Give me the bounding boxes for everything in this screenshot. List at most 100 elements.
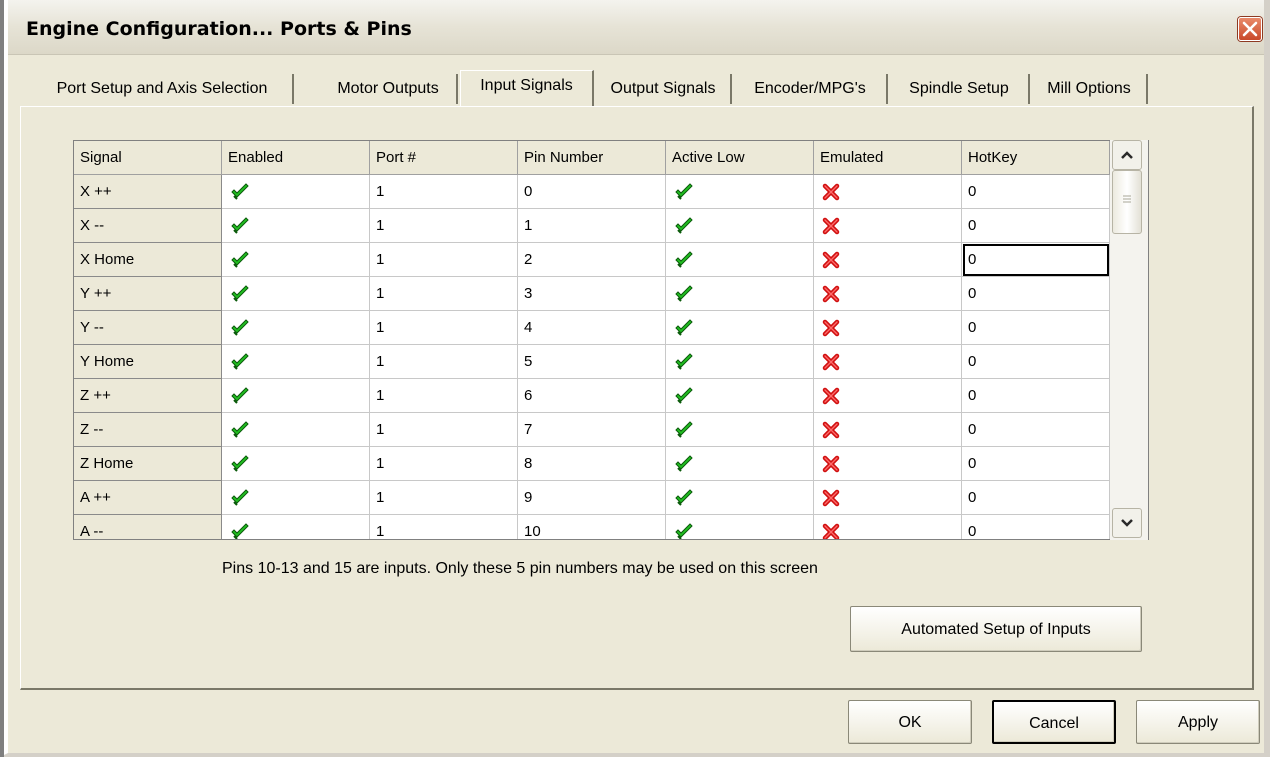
red-x-icon[interactable] bbox=[822, 387, 840, 405]
port-cell[interactable]: 1 bbox=[370, 413, 518, 447]
ok-button[interactable]: OK bbox=[848, 700, 972, 744]
port-cell[interactable]: 1 bbox=[370, 515, 518, 539]
tab-spindle-setup[interactable]: Spindle Setup bbox=[890, 74, 1030, 104]
tab-input-signals[interactable]: Input Signals bbox=[460, 70, 594, 106]
green-check-icon[interactable] bbox=[674, 183, 694, 201]
green-check-icon[interactable] bbox=[230, 387, 250, 405]
apply-button[interactable]: Apply bbox=[1136, 700, 1260, 744]
title-bar[interactable]: Engine Configuration... Ports & Pins bbox=[8, 0, 1264, 55]
table-row[interactable]: X Home 1 2 0 bbox=[74, 243, 1110, 277]
scroll-thumb[interactable] bbox=[1112, 170, 1142, 234]
pin-number-cell[interactable]: 0 bbox=[518, 175, 666, 209]
enabled-cell[interactable] bbox=[222, 175, 370, 209]
active-low-cell[interactable] bbox=[666, 345, 814, 379]
active-low-cell[interactable] bbox=[666, 277, 814, 311]
enabled-cell[interactable] bbox=[222, 209, 370, 243]
green-check-icon[interactable] bbox=[230, 489, 250, 507]
hotkey-cell[interactable]: 0 bbox=[962, 277, 1110, 311]
active-low-cell[interactable] bbox=[666, 243, 814, 277]
table-row[interactable]: Y Home 1 5 0 bbox=[74, 345, 1110, 379]
active-low-cell[interactable] bbox=[666, 379, 814, 413]
table-row[interactable]: A ++ 1 9 0 bbox=[74, 481, 1110, 515]
hotkey-cell[interactable]: 0 bbox=[962, 311, 1110, 345]
enabled-cell[interactable] bbox=[222, 481, 370, 515]
green-check-icon[interactable] bbox=[674, 353, 694, 371]
table-row[interactable]: Y -- 1 4 0 bbox=[74, 311, 1110, 345]
signal-cell[interactable]: X ++ bbox=[74, 175, 222, 209]
col-port[interactable]: Port # bbox=[370, 141, 518, 175]
port-cell[interactable]: 1 bbox=[370, 277, 518, 311]
green-check-icon[interactable] bbox=[230, 217, 250, 235]
emulated-cell[interactable] bbox=[814, 311, 962, 345]
green-check-icon[interactable] bbox=[230, 455, 250, 473]
active-low-cell[interactable] bbox=[666, 481, 814, 515]
col-active-low[interactable]: Active Low bbox=[666, 141, 814, 175]
pin-number-cell[interactable]: 9 bbox=[518, 481, 666, 515]
green-check-icon[interactable] bbox=[230, 319, 250, 337]
emulated-cell[interactable] bbox=[814, 515, 962, 540]
emulated-cell[interactable] bbox=[814, 481, 962, 515]
hotkey-cell[interactable]: 0 bbox=[962, 447, 1110, 481]
emulated-cell[interactable] bbox=[814, 277, 962, 311]
port-cell[interactable]: 1 bbox=[370, 209, 518, 243]
table-row[interactable]: Z Home 1 8 0 bbox=[74, 447, 1110, 481]
active-low-cell[interactable] bbox=[666, 413, 814, 447]
signal-cell[interactable]: Z -- bbox=[74, 413, 222, 447]
active-low-cell[interactable] bbox=[666, 209, 814, 243]
emulated-cell[interactable] bbox=[814, 209, 962, 243]
port-cell[interactable]: 1 bbox=[370, 175, 518, 209]
table-row[interactable]: Y ++ 1 3 0 bbox=[74, 277, 1110, 311]
tab-mill-options[interactable]: Mill Options bbox=[1032, 74, 1148, 104]
hotkey-cell[interactable]: 0 bbox=[962, 413, 1110, 447]
automated-setup-button[interactable]: Automated Setup of Inputs bbox=[850, 606, 1142, 652]
emulated-cell[interactable] bbox=[814, 175, 962, 209]
green-check-icon[interactable] bbox=[230, 523, 250, 540]
col-hotkey[interactable]: HotKey bbox=[962, 141, 1110, 175]
emulated-cell[interactable] bbox=[814, 447, 962, 481]
pin-number-cell[interactable]: 3 bbox=[518, 277, 666, 311]
pin-number-cell[interactable]: 10 bbox=[518, 515, 666, 539]
red-x-icon[interactable] bbox=[822, 183, 840, 201]
green-check-icon[interactable] bbox=[674, 421, 694, 439]
table-row[interactable]: X -- 1 1 0 bbox=[74, 209, 1110, 243]
green-check-icon[interactable] bbox=[674, 489, 694, 507]
signal-cell[interactable]: Z ++ bbox=[74, 379, 222, 413]
port-cell[interactable]: 1 bbox=[370, 379, 518, 413]
port-cell[interactable]: 1 bbox=[370, 243, 518, 277]
tab-port-setup[interactable]: Port Setup and Axis Selection bbox=[32, 74, 294, 104]
emulated-cell[interactable] bbox=[814, 413, 962, 447]
col-pin-number[interactable]: Pin Number bbox=[518, 141, 666, 175]
red-x-icon[interactable] bbox=[822, 455, 840, 473]
green-check-icon[interactable] bbox=[674, 319, 694, 337]
red-x-icon[interactable] bbox=[822, 523, 840, 540]
pin-number-cell[interactable]: 5 bbox=[518, 345, 666, 379]
emulated-cell[interactable] bbox=[814, 345, 962, 379]
pin-number-cell[interactable]: 2 bbox=[518, 243, 666, 277]
port-cell[interactable]: 1 bbox=[370, 447, 518, 481]
hotkey-cell[interactable]: 0 bbox=[962, 209, 1110, 243]
red-x-icon[interactable] bbox=[822, 319, 840, 337]
scroll-up-button[interactable] bbox=[1112, 140, 1142, 170]
hotkey-cell[interactable]: 0 bbox=[962, 379, 1110, 413]
red-x-icon[interactable] bbox=[822, 421, 840, 439]
enabled-cell[interactable] bbox=[222, 413, 370, 447]
enabled-cell[interactable] bbox=[222, 243, 370, 277]
port-cell[interactable]: 1 bbox=[370, 345, 518, 379]
green-check-icon[interactable] bbox=[674, 523, 694, 540]
hotkey-cell[interactable]: 0 bbox=[962, 243, 1110, 277]
enabled-cell[interactable] bbox=[222, 345, 370, 379]
pin-number-cell[interactable]: 4 bbox=[518, 311, 666, 345]
red-x-icon[interactable] bbox=[822, 353, 840, 371]
col-signal[interactable]: Signal bbox=[74, 141, 222, 175]
table-row[interactable]: Z ++ 1 6 0 bbox=[74, 379, 1110, 413]
active-low-cell[interactable] bbox=[666, 175, 814, 209]
green-check-icon[interactable] bbox=[674, 387, 694, 405]
green-check-icon[interactable] bbox=[230, 183, 250, 201]
signal-cell[interactable]: X Home bbox=[74, 243, 222, 277]
red-x-icon[interactable] bbox=[822, 251, 840, 269]
col-enabled[interactable]: Enabled bbox=[222, 141, 370, 175]
signal-cell[interactable]: Y Home bbox=[74, 345, 222, 379]
scroll-down-button[interactable] bbox=[1112, 508, 1142, 538]
hotkey-cell[interactable]: 0 bbox=[962, 515, 1110, 539]
green-check-icon[interactable] bbox=[674, 251, 694, 269]
